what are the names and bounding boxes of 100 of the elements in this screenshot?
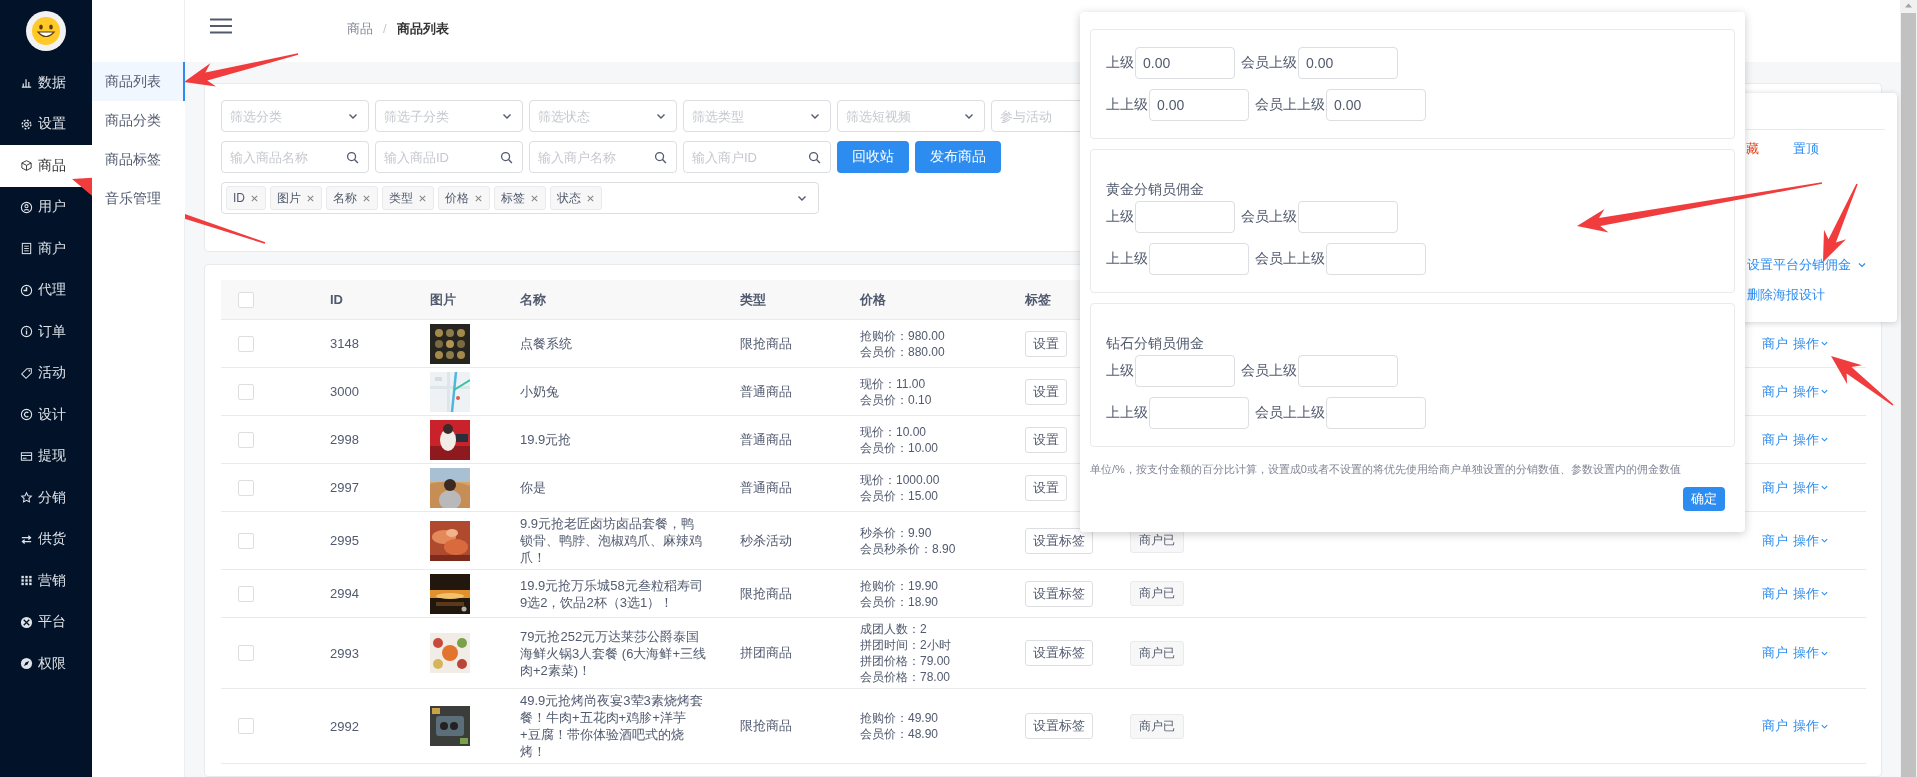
menu-icon[interactable] <box>210 18 232 34</box>
nav-item[interactable]: 分销 <box>0 477 92 519</box>
danger-link[interactable]: 藏 <box>1746 140 1759 250</box>
nav-item[interactable]: 设计 <box>0 394 92 436</box>
price-text: 拼团时间：2小时 <box>860 637 951 653</box>
nav-item[interactable]: 权限 <box>0 643 92 685</box>
action-dropdown[interactable]: 操作 <box>1793 531 1829 550</box>
action-dropdown[interactable]: 操作 <box>1793 717 1829 735</box>
search-icon[interactable] <box>654 151 667 164</box>
set-tag-button[interactable]: 设置 <box>1025 426 1067 453</box>
nav-item[interactable]: 平台 <box>0 601 92 643</box>
checkbox[interactable] <box>238 645 254 661</box>
set-tag-button[interactable]: 设置 <box>1025 330 1067 357</box>
input-field[interactable] <box>1135 201 1235 233</box>
nav-item[interactable]: 提现 <box>0 435 92 477</box>
input-field[interactable]: 0.00 <box>1298 47 1398 79</box>
input-field[interactable]: 0.00 <box>1149 89 1249 121</box>
table-cell: 3148 <box>330 336 359 351</box>
tag-label: 价格 <box>445 189 469 207</box>
set-tag-button[interactable]: 设置标签 <box>1025 580 1093 607</box>
input-field[interactable] <box>1149 243 1249 275</box>
column-header: ID <box>330 292 343 307</box>
checkbox[interactable] <box>238 335 254 352</box>
close-icon[interactable] <box>530 193 539 203</box>
price-text: 会员价：48.90 <box>860 726 939 742</box>
column-tag[interactable]: 类型 <box>382 186 434 210</box>
checkbox[interactable] <box>238 718 254 734</box>
checkbox[interactable] <box>238 585 254 602</box>
close-icon[interactable] <box>306 193 315 203</box>
chevron-down-icon <box>1820 483 1829 492</box>
clock-icon <box>20 283 33 297</box>
set-tag-button[interactable]: 设置 <box>1025 474 1067 501</box>
column-tag[interactable]: 标签 <box>494 186 546 210</box>
nav-item[interactable]: 代理 <box>0 269 92 311</box>
search-icon[interactable] <box>500 151 513 164</box>
merchant-link[interactable]: 商户 <box>1762 531 1788 550</box>
input-field[interactable] <box>1298 355 1398 387</box>
close-icon[interactable] <box>362 193 371 203</box>
column-tag[interactable]: 价格 <box>438 186 490 210</box>
nav-item[interactable]: 营销 <box>0 560 92 602</box>
action-dropdown[interactable]: 操作 <box>1793 382 1829 401</box>
merchant-link[interactable]: 商户 <box>1762 478 1788 497</box>
checkbox[interactable] <box>238 291 254 308</box>
input-field[interactable]: 0.00 <box>1326 89 1426 121</box>
action-dropdown[interactable]: 操作 <box>1793 430 1829 449</box>
table-cell: 79元抢252元万达莱莎公爵泰国海鲜火锅3人套餐 (6大海鲜+三线肉+2素菜)！ <box>520 627 706 679</box>
close-icon[interactable] <box>474 193 483 203</box>
nav-item[interactable]: 用户 <box>0 186 92 228</box>
input-field[interactable] <box>1135 355 1235 387</box>
action-dropdown[interactable]: 操作 <box>1793 478 1829 497</box>
column-tag[interactable]: 图片 <box>270 186 322 210</box>
action-dropdown[interactable]: 操作 <box>1793 644 1829 662</box>
column-tag[interactable]: 状态 <box>550 186 602 210</box>
input-field[interactable] <box>1326 397 1426 429</box>
checkbox[interactable] <box>238 431 254 448</box>
set-tag-button[interactable]: 设置标签 <box>1025 527 1093 554</box>
breadcrumb-item[interactable]: 商品 <box>347 19 373 38</box>
checkbox[interactable] <box>238 479 254 496</box>
table-cell: 普通商品 <box>740 430 792 449</box>
column-tag[interactable]: ID <box>226 186 266 210</box>
merchant-link[interactable]: 商户 <box>1762 584 1788 603</box>
chevron-down-icon <box>1820 536 1829 545</box>
column-tag[interactable]: 名称 <box>326 186 378 210</box>
nav-item[interactable]: 活动 <box>0 352 92 394</box>
merchant-link[interactable]: 商户 <box>1762 644 1788 662</box>
scrollbar[interactable] <box>1900 0 1917 777</box>
set-tag-button[interactable]: 设置标签 <box>1025 713 1093 739</box>
nav-item[interactable]: 供货 <box>0 518 92 560</box>
column-select-field[interactable]: ID 图片 名称 类型 价格 标签 状态 <box>221 182 819 214</box>
action-dropdown[interactable]: 操作 <box>1793 334 1829 353</box>
checkbox[interactable] <box>238 383 254 400</box>
price-text: 会员价：10.00 <box>860 439 939 456</box>
close-icon[interactable] <box>418 193 427 203</box>
action-dropdown[interactable]: 操作 <box>1793 584 1829 603</box>
input-field[interactable] <box>1326 243 1426 275</box>
merchant-link[interactable]: 商户 <box>1762 382 1788 401</box>
field-label: 上级 <box>1106 54 1134 72</box>
merchant-link[interactable]: 商户 <box>1762 717 1788 735</box>
table-cell: 2993 <box>330 645 359 661</box>
close-icon[interactable] <box>250 193 259 203</box>
merchant-link[interactable]: 商户 <box>1762 334 1788 353</box>
menu-link[interactable]: 置顶 <box>1793 140 1819 250</box>
price-text: 抢购价：19.90 <box>860 577 939 594</box>
nav-item[interactable]: 设置 <box>0 103 92 145</box>
set-tag-button[interactable]: 设置标签 <box>1025 640 1093 666</box>
price-text: 现价：10.00 <box>860 423 928 440</box>
close-icon[interactable] <box>586 193 595 203</box>
nav-item[interactable]: 商品 <box>0 145 92 187</box>
nav-item[interactable]: 商户 <box>0 228 92 270</box>
input-field[interactable]: 0.00 <box>1135 47 1235 79</box>
search-icon[interactable] <box>346 151 359 164</box>
copyright-icon <box>20 408 33 422</box>
input-field[interactable] <box>1298 201 1398 233</box>
nav-item[interactable]: 订单 <box>0 311 92 353</box>
input-field[interactable] <box>1149 397 1249 429</box>
merchant-link[interactable]: 商户 <box>1762 430 1788 449</box>
set-tag-button[interactable]: 设置 <box>1025 378 1067 405</box>
search-icon[interactable] <box>808 151 821 164</box>
checkbox[interactable] <box>238 532 254 549</box>
nav-item[interactable]: 数据 <box>0 62 92 104</box>
